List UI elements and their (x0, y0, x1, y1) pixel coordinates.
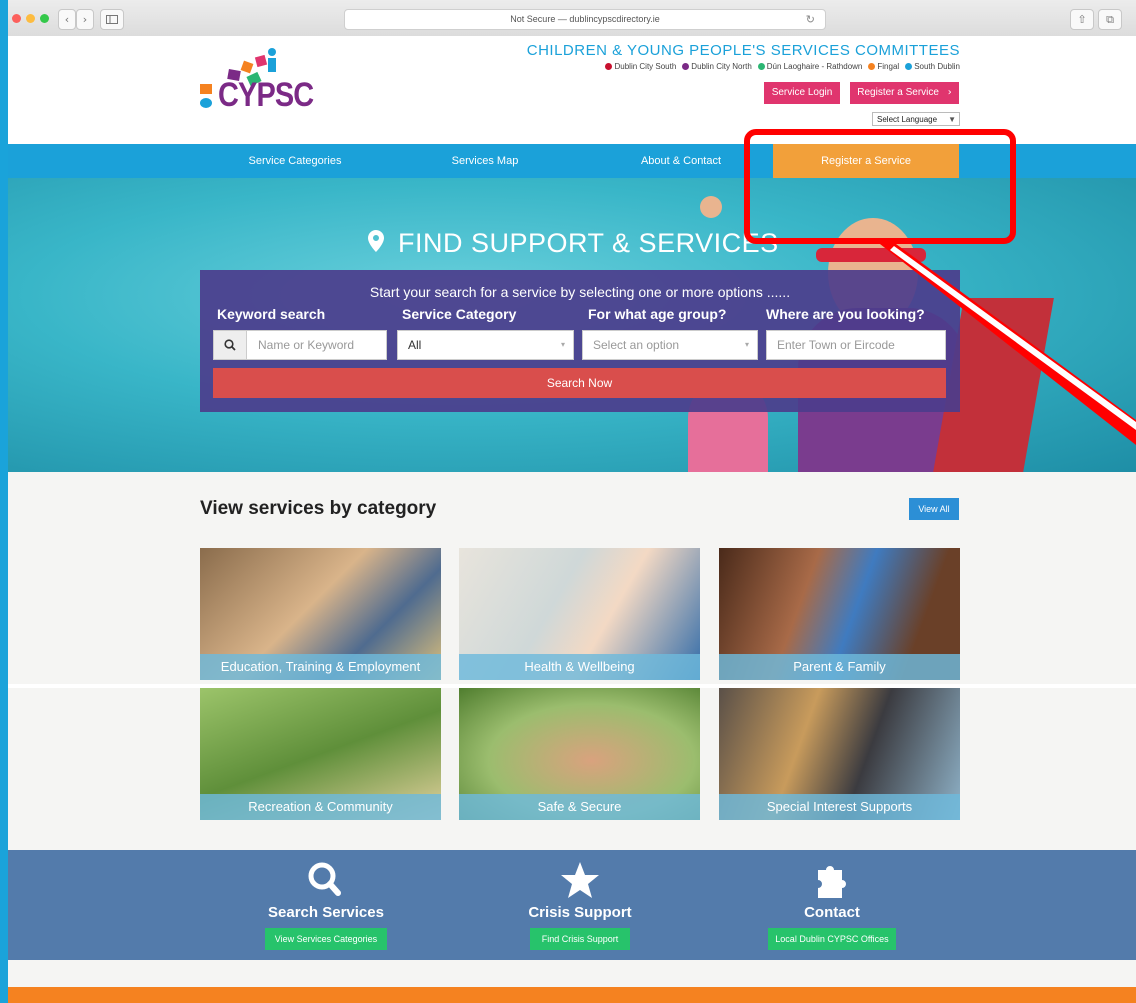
keyword-placeholder: Name or Keyword (258, 338, 355, 352)
area-name: Dublin City North (691, 62, 752, 71)
area-color-dot (757, 63, 765, 70)
categories-heading: View services by category (200, 498, 437, 519)
committee-title: CHILDREN & YOUNG PEOPLE'S SERVICES COMMI… (526, 42, 960, 59)
logo-bar (268, 58, 276, 72)
annotation-highlight-box (744, 129, 1016, 244)
tile-caption: Safe & Secure (459, 794, 700, 820)
category-label: Service Category (402, 306, 517, 322)
hero-title-text: FIND SUPPORT & SERVICES (398, 228, 779, 258)
category-tile-health[interactable]: Health & Wellbeing (459, 548, 700, 680)
logo-square (254, 54, 268, 68)
dropdown-arrow-icon: ▼ (948, 115, 956, 124)
puzzle-icon (732, 860, 932, 900)
area-legend: Dublin City South Dublin City North Dún La… (599, 62, 960, 71)
area-name: Fingal (877, 62, 900, 71)
hero-fist-shape (700, 196, 722, 218)
search-icon (214, 331, 247, 359)
location-input[interactable]: Enter Town or Eircode (766, 330, 946, 360)
tile-caption: Recreation & Community (200, 794, 441, 820)
logo-dot (268, 48, 276, 56)
logo-square (240, 60, 254, 74)
site-header: CYPSC CHILDREN & YOUNG PEOPLE'S SERVICES… (8, 36, 1136, 144)
age-group-select[interactable]: Select an option ▾ (582, 330, 758, 360)
find-crisis-support-button[interactable]: Find Crisis Support (530, 928, 630, 950)
local-dublin-cypsc-offices-button[interactable]: Local Dublin CYPSC Offices (768, 928, 896, 950)
feature-title: Contact (804, 904, 860, 921)
footer-spacer (8, 960, 1136, 987)
caret-down-icon: ▾ (560, 340, 565, 349)
area-name: Dublin City South (614, 62, 677, 71)
chevron-right-icon: › (947, 87, 952, 98)
features-band: Search Services View Services Categories… (8, 850, 1136, 960)
browser-window: ‹ › Not Secure — dublincypscdirectory.ie… (8, 0, 1136, 1003)
logo-text: CYPSC (218, 76, 314, 114)
location-label: Where are you looking? (766, 306, 925, 322)
search-panel: Start your search for a service by selec… (200, 270, 960, 412)
cypsc-logo[interactable]: CYPSC (198, 48, 338, 118)
sidebar-icon[interactable] (100, 9, 124, 30)
tile-caption: Health & Wellbeing (459, 654, 700, 680)
logo-square (200, 84, 212, 94)
reload-icon[interactable]: ↻ (806, 10, 815, 29)
back-button[interactable]: ‹ (58, 9, 76, 30)
area-color-dot (905, 63, 913, 70)
browser-toolbar: ‹ › Not Secure — dublincypscdirectory.ie… (8, 0, 1136, 37)
feature-title: Search Services (268, 904, 384, 921)
register-service-label: Register a Service (857, 87, 939, 98)
star-icon (480, 860, 680, 900)
area-color-dot (605, 63, 613, 70)
map-pin-icon (368, 230, 384, 258)
logo-dot (200, 98, 212, 108)
nav-services-map[interactable]: Services Map (390, 144, 580, 178)
keyword-input[interactable]: Name or Keyword (213, 330, 387, 360)
area-color-dot (682, 63, 690, 70)
category-tile-special-interest[interactable]: Special Interest Supports (719, 688, 960, 820)
footer-bar (8, 987, 1136, 1003)
tabs-icon[interactable]: ⧉ (1098, 9, 1122, 30)
category-tile-safe-secure[interactable]: Safe & Secure (459, 688, 700, 820)
category-tile-recreation[interactable]: Recreation & Community (200, 688, 441, 820)
share-icon[interactable]: ⇧ (1070, 9, 1094, 30)
register-service-button[interactable]: Register a Service › (850, 82, 959, 104)
close-window-button[interactable] (12, 14, 21, 23)
view-all-button[interactable]: View All (909, 498, 959, 520)
feature-title: Crisis Support (528, 904, 632, 921)
address-text: Not Secure — dublincypscdirectory.ie (510, 14, 660, 24)
tile-caption: Special Interest Supports (719, 794, 960, 820)
age-group-label: For what age group? (588, 306, 727, 322)
hero-title: FIND SUPPORT & SERVICES (368, 228, 779, 259)
language-label: Select Language (877, 115, 938, 124)
location-placeholder: Enter Town or Eircode (777, 338, 895, 352)
search-icon (226, 860, 426, 900)
search-now-button[interactable]: Search Now (213, 368, 946, 398)
category-tile-education[interactable]: Education, Training & Employment (200, 548, 441, 680)
tile-caption: Education, Training & Employment (200, 654, 441, 680)
categories-section: View services by category View All Educa… (8, 472, 1136, 850)
minimize-window-button[interactable] (26, 14, 35, 23)
service-login-button[interactable]: Service Login (764, 82, 840, 104)
caret-down-icon: ▾ (744, 340, 749, 349)
nav-service-categories[interactable]: Service Categories (200, 144, 390, 178)
search-intro: Start your search for a service by selec… (369, 284, 791, 300)
area-name: Dún Laoghaire - Rathdown (766, 62, 863, 71)
category-select[interactable]: All ▾ (397, 330, 574, 360)
maximize-window-button[interactable] (40, 14, 49, 23)
category-tile-parent-family[interactable]: Parent & Family (719, 548, 960, 680)
keyword-label: Keyword search (217, 306, 326, 322)
view-services-categories-button[interactable]: View Services Categories (265, 928, 387, 950)
hero-mask-shape (816, 248, 926, 262)
language-select[interactable]: Select Language ▼ (872, 112, 960, 126)
area-name: South Dublin (914, 62, 960, 71)
category-value: All (408, 338, 422, 352)
age-group-placeholder: Select an option (593, 338, 680, 352)
tile-caption: Parent & Family (719, 654, 960, 680)
address-bar[interactable]: Not Secure — dublincypscdirectory.ie ↻ (344, 9, 826, 30)
area-color-dot (868, 63, 876, 70)
forward-button[interactable]: › (76, 9, 94, 30)
